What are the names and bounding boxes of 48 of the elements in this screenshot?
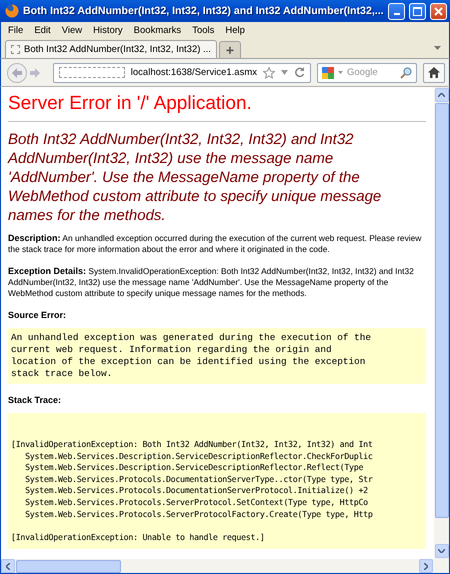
new-tab-button[interactable]: + (218, 41, 241, 58)
reload-icon[interactable] (294, 67, 305, 78)
error-title: Server Error in '/' Application. (8, 93, 253, 115)
maximize-button[interactable] (409, 2, 426, 20)
menu-item[interactable]: Bookmarks (134, 24, 182, 36)
close-icon (434, 6, 443, 16)
error-paragraph: Exception Details: System.InvalidOperationException: Both Int32 AddNumber(Int32, Int32, Int32) and Int32 AddNumber(Int32, Int32) use the message name 'AddNumber'. Use the MessageName property of the WebMethod custom attribute to specify unique message names for the methods. (8, 266, 415, 299)
source-error-text: An unhandled exception was generated during the execution of the current web request. Information regarding the origin and location of the exception can be identified using the exception stack trace below. (8, 328, 426, 384)
stack-trace-text: [InvalidOperationException: Unable to handle request.] (11, 532, 266, 544)
star-icon[interactable] (263, 66, 275, 78)
page-icon (59, 67, 125, 78)
error-message: Both Int32 AddNumber(Int32, Int32, Int32) and Int32 AddNumber(Int32, Int32) use the message name 'AddNumber'. Use the MessageName property of the WebMethod custom attribute to specify unique message names for the methods. (8, 130, 382, 225)
browser-tab[interactable]: Both Int32 AddNumber(Int32, Int32, Int32) ... (5, 40, 217, 58)
maximize-icon (413, 6, 422, 16)
address-text: localhost:1638/Service1.asmx (130, 67, 257, 78)
menu-item[interactable]: View (62, 24, 82, 36)
back-icon[interactable] (7, 62, 27, 82)
menu-item[interactable]: File (8, 24, 24, 36)
search-field[interactable]: Google (317, 62, 417, 82)
scroll-left-button[interactable] (1, 559, 15, 573)
dropdown-icon[interactable] (434, 46, 441, 50)
menu-item[interactable]: Edit (34, 24, 51, 36)
search-engine-icon[interactable] (322, 66, 334, 78)
scroll-up-button[interactable] (434, 88, 448, 102)
minimize-icon (394, 13, 400, 15)
menu-item[interactable]: History (93, 24, 123, 36)
caret-icon[interactable] (338, 71, 343, 74)
search-input[interactable]: Google (347, 67, 396, 78)
vertical-scrollbar-thumb[interactable] (434, 103, 448, 518)
horizontal-scrollbar-thumb[interactable] (16, 560, 121, 572)
home-button[interactable] (423, 62, 445, 82)
caret-icon[interactable] (281, 70, 288, 75)
window-title: Both Int32 AddNumber(Int32, Int32, Int32) and Int32 AddNumber(Int32,... (23, 5, 384, 17)
browser-logo-icon (5, 4, 19, 18)
scroll-right-button[interactable] (419, 559, 433, 573)
address-bar[interactable]: localhost:1638/Service1.asmx (53, 62, 311, 82)
scroll-down-button[interactable] (434, 544, 448, 558)
menu-item[interactable]: Help (225, 24, 245, 36)
stack-trace-text: [InvalidOperationException: Both Int32 AddNumber(Int32, Int32, Int32) and Int System.Web.Services.Description.ServiceDescriptionReflector.CheckForDuplic System.Web.Services.Description.ServiceDescriptionReflector.Reflect(Type System.Web.Services.Protocols.DocumentationServerType..ctor(Type type, Str System.Web.Services.Protocols.DocumentationServerProtocol.Initialize() +2 System.Web.Services.Protocols.ServerProtocol.SetContext(Type type, HttpCo System.Web.Services.Protocols.ServerProtocolFactory.Create(Type type, Http (11, 439, 374, 520)
menu-item[interactable]: Tools (192, 24, 214, 36)
home-icon (428, 67, 440, 78)
minimize-button[interactable] (388, 2, 405, 20)
page-icon (11, 45, 20, 54)
error-paragraph: Description: An unhandled exception occurred during the execution of the current web request. Please review the stack trace for more information about the error and where it originated in the code. (8, 233, 422, 255)
section-heading: Stack Trace: (8, 395, 62, 405)
search-icon[interactable] (400, 66, 412, 78)
close-button[interactable] (430, 2, 447, 20)
section-heading: Source Error: (8, 310, 68, 320)
